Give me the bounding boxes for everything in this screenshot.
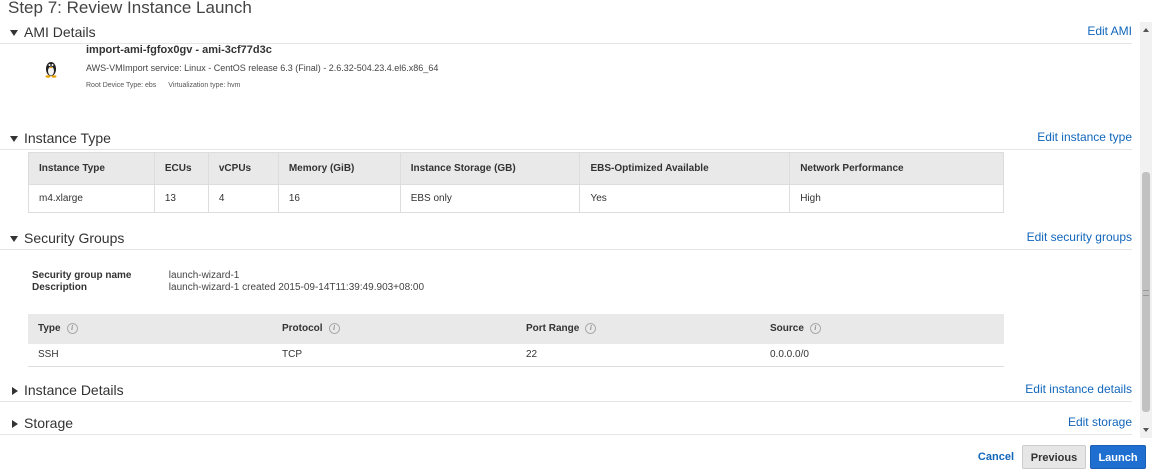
column-header: Instance Type (28, 152, 155, 185)
column-header-label: Type (38, 323, 61, 335)
scroll-up-arrow-icon[interactable] (1143, 28, 1149, 32)
info-icon[interactable]: i (66, 323, 78, 335)
security-group-info: Security group name launch-wizard-1 Desc… (32, 270, 424, 294)
table-cell: TCP (272, 344, 516, 367)
column-header-label: Port Range (526, 323, 580, 335)
section-instance-details-title: Instance Details (24, 382, 124, 398)
caret-right-icon[interactable] (12, 420, 18, 428)
table-cell: 22 (516, 344, 760, 367)
table-cell: 0.0.0.0/0 (760, 344, 1004, 367)
table-cell: 4 (208, 184, 279, 213)
info-icon[interactable]: i (585, 323, 597, 335)
edit-storage-link[interactable]: Edit storage (1068, 415, 1132, 429)
caret-down-icon[interactable] (10, 236, 18, 242)
section-instance-type-title: Instance Type (24, 130, 111, 146)
section-storage-title: Storage (24, 415, 74, 431)
table-cell: Yes (579, 184, 791, 213)
caret-right-icon[interactable] (12, 387, 18, 395)
table-cell: 16 (278, 184, 401, 213)
wizard-footer: Cancel Previous Launch (0, 438, 1152, 474)
edit-ami-link[interactable]: Edit AMI (1087, 24, 1132, 38)
section-instance-type-header[interactable]: Instance Type Edit instance type (0, 128, 1140, 150)
ami-name: import-ami-fgfox0gv - ami-3cf77d3c (86, 44, 272, 56)
table-cell: m4.xlarge (28, 184, 155, 213)
ami-description: AWS-VMImport service: Linux - CentOS rel… (86, 63, 439, 73)
review-content: AMI Details Edit AMI import-ami-fgfox0gv… (0, 22, 1140, 438)
section-ami-header[interactable]: AMI Details Edit AMI (0, 22, 1140, 44)
section-instance-details-header[interactable]: Instance Details Edit instance details (0, 380, 1140, 402)
info-icon[interactable]: i (328, 323, 340, 335)
sg-name-value: launch-wizard-1 (168, 270, 240, 281)
caret-down-icon[interactable] (10, 136, 18, 142)
column-header-label: Source (770, 323, 804, 335)
column-header: vCPUs (208, 152, 279, 185)
table-cell: High (789, 184, 1004, 213)
section-divider (0, 249, 1132, 250)
sg-description-label: Description (32, 282, 88, 293)
info-icon[interactable]: i (809, 323, 821, 335)
edit-security-groups-link[interactable]: Edit security groups (1027, 230, 1132, 244)
section-security-groups-header[interactable]: Security Groups Edit security groups (0, 228, 1140, 250)
column-header: Type i (28, 314, 272, 344)
table-header-row: Instance Type ECUs vCPUs Memory (GiB) In… (28, 152, 1004, 185)
sg-description-value: launch-wizard-1 created 2015-09-14T11:39… (168, 282, 425, 293)
scrollbar-grip-icon (1143, 290, 1149, 296)
column-header: Source i (760, 314, 1004, 344)
linux-tux-icon (45, 62, 57, 78)
section-ami-title: AMI Details (24, 24, 96, 40)
cancel-link[interactable]: Cancel (978, 451, 1014, 463)
table-cell: SSH (28, 344, 272, 367)
edit-instance-details-link[interactable]: Edit instance details (1025, 382, 1132, 396)
scroll-down-arrow-icon[interactable] (1143, 428, 1149, 432)
section-divider (0, 434, 1132, 435)
sg-name-label: Security group name (32, 270, 132, 281)
instance-type-table: Instance Type ECUs vCPUs Memory (GiB) In… (28, 152, 1004, 213)
section-divider (0, 401, 1132, 402)
column-header: Port Range i (516, 314, 760, 344)
table-row: SSH TCP 22 0.0.0.0/0 (28, 344, 1004, 367)
column-header-label: Protocol (282, 323, 323, 335)
column-header: Instance Storage (GB) (400, 152, 581, 185)
table-header-row: Type i Protocol i Port Range i Source i (28, 314, 1004, 344)
caret-down-icon[interactable] (10, 30, 18, 36)
edit-instance-type-link[interactable]: Edit instance type (1037, 130, 1132, 144)
table-row: m4.xlarge 13 4 16 EBS only Yes High (28, 184, 1004, 213)
ami-virtualization: Virtualization type: hvm (168, 82, 241, 89)
table-cell: EBS only (400, 184, 581, 213)
section-security-groups-title: Security Groups (24, 230, 125, 246)
column-header: Protocol i (272, 314, 516, 344)
column-header: Memory (GiB) (278, 152, 401, 185)
table-cell: 13 (154, 184, 209, 213)
column-header: EBS-Optimized Available (579, 152, 791, 185)
ami-meta: Root Device Type: ebs Virtualization typ… (86, 82, 251, 89)
previous-button[interactable]: Previous (1022, 445, 1086, 469)
column-header: ECUs (154, 152, 209, 185)
security-rules-table: Type i Protocol i Port Range i Source i SSH … (28, 314, 1004, 367)
page-title: Step 7: Review Instance Launch (8, 0, 252, 17)
section-divider (0, 149, 1132, 150)
column-header: Network Performance (789, 152, 1004, 185)
ami-root-device: Root Device Type: ebs (86, 82, 157, 89)
launch-button[interactable]: Launch (1090, 445, 1146, 469)
vertical-scrollbar[interactable] (1140, 22, 1152, 438)
section-storage-header[interactable]: Storage Edit storage (0, 413, 1140, 435)
